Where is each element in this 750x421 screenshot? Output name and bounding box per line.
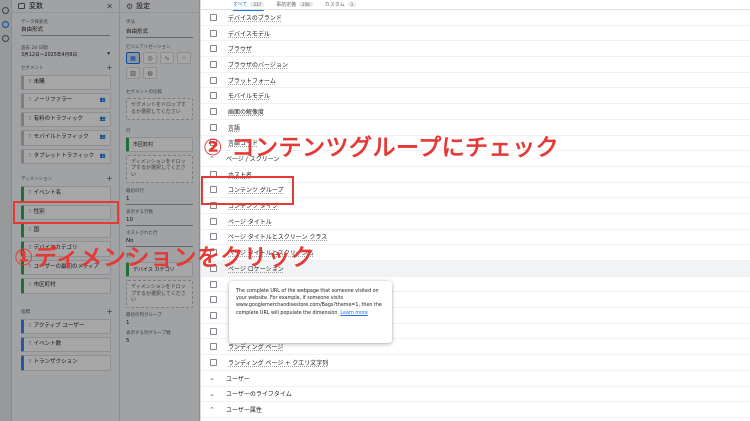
checkbox[interactable] (210, 343, 217, 351)
checkbox[interactable] (210, 76, 217, 84)
annotation-box-content-group (201, 176, 294, 205)
checkbox[interactable] (210, 311, 217, 319)
dimension-row[interactable]: プラットフォーム (201, 73, 750, 89)
group-user[interactable]: ⌄ ユーザー (201, 371, 750, 387)
chevron-down-icon: ⌄ (209, 374, 215, 383)
tab-label: カスタム (324, 2, 345, 8)
checkbox[interactable] (210, 45, 217, 53)
tab-label: すべて (233, 2, 248, 8)
dimension-label: プラットフォーム (228, 77, 276, 85)
group-label: ユーザー属性 (226, 407, 262, 415)
checkbox[interactable] (210, 296, 217, 304)
dimension-label: デバイスモデル (228, 30, 270, 38)
dimension-label: ブラウザのバージョン (228, 61, 288, 69)
dimension-row[interactable]: モバイルモデル (201, 88, 750, 105)
checkbox[interactable] (210, 327, 217, 335)
dimension-label: ブラウザ (228, 46, 253, 54)
annotation-step1: ①ディメンションをクリック (14, 245, 315, 271)
dimension-label: モバイルモデル (228, 93, 271, 101)
dimension-picker: すべて 237 事前定義 236 カスタム 1 デバイスのブランド デバイスモデル ブ… (200, 0, 750, 421)
checkbox[interactable] (210, 92, 217, 100)
group-label: ユーザーのライフタイム (226, 391, 292, 399)
checkbox[interactable] (210, 13, 217, 21)
dimension-label: デバイスのブランド (228, 14, 282, 22)
tab-all[interactable]: すべて 237 (233, 1, 265, 11)
dimension-label: ページ タイトル (228, 218, 272, 226)
annotation-step2: ② コンテンツグループにチェック (203, 135, 560, 161)
chevron-down-icon: ⌄ (209, 389, 215, 398)
learn-more-link[interactable]: Learn more (340, 311, 367, 316)
group-label: ユーザー (226, 375, 250, 383)
dimension-label: 画面の解像度 (228, 108, 265, 116)
group-user-lifetime[interactable]: ⌄ ユーザーのライフタイム (201, 387, 750, 403)
dimension-row[interactable]: ページ タイトル (201, 214, 750, 230)
dimension-label: ランディング ページ (228, 344, 284, 352)
checkbox[interactable] (210, 107, 217, 115)
dimension-row[interactable]: ブラウザのバージョン (201, 57, 750, 73)
dimension-label: ランディング ページ + クエリ文字列 (228, 359, 329, 367)
dimension-row[interactable]: デバイスモデル (201, 26, 750, 42)
group-user-attributes[interactable]: ⌃ ユーザー属性 (201, 402, 750, 418)
tab-count: 1 (347, 2, 357, 7)
dimension-row[interactable]: デバイスのブランド (201, 10, 750, 26)
dimension-row[interactable]: ランディング ページ + クエリ文字列 (201, 355, 750, 371)
checkbox[interactable] (210, 217, 217, 225)
dimension-row[interactable]: 画面の解像度 (201, 104, 750, 120)
tab-label: 事前定義 (276, 2, 297, 8)
annotation-box-dimension (13, 201, 119, 224)
tab-count: 236 (299, 2, 313, 7)
tab-predefined[interactable]: 事前定義 236 (276, 1, 313, 8)
checkbox[interactable] (210, 29, 217, 37)
picker-tabs: すべて 237 事前定義 236 カスタム 1 (201, 0, 750, 11)
tab-count: 237 (250, 2, 265, 7)
dimension-row[interactable]: ブラウザ (201, 41, 750, 58)
tab-custom[interactable]: カスタム 1 (325, 1, 357, 8)
checkbox[interactable] (210, 358, 217, 366)
chevron-up-icon: ⌃ (209, 405, 215, 414)
dimension-tooltip: The complete URL of the webpage that som… (229, 281, 392, 343)
checkbox[interactable] (210, 60, 217, 68)
checkbox[interactable] (210, 280, 217, 288)
